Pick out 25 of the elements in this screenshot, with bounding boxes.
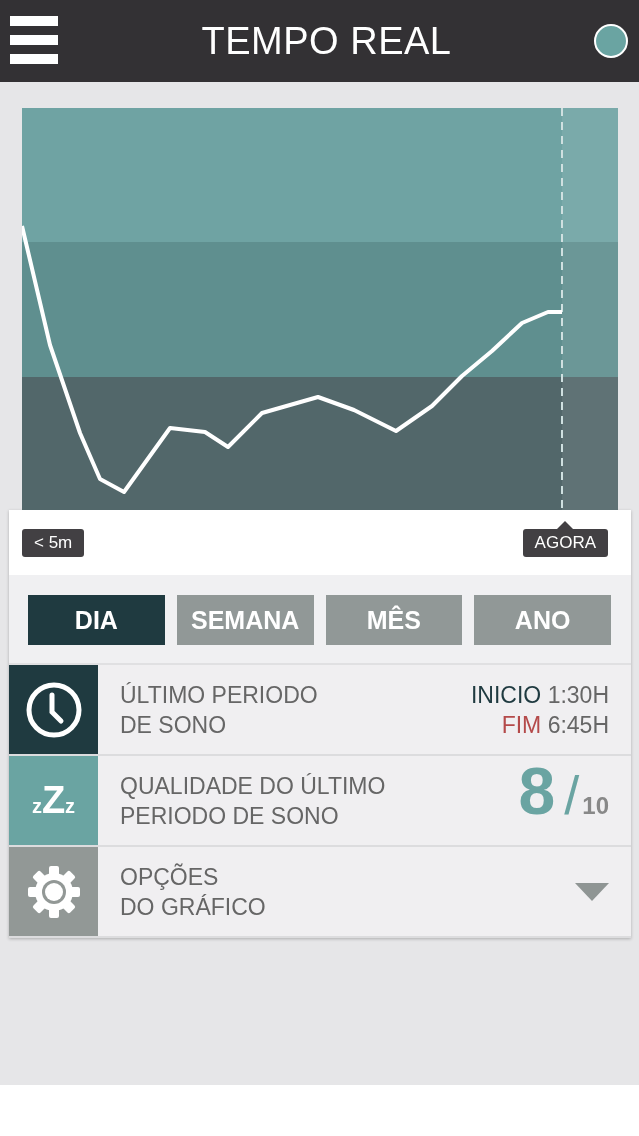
pointer-icon — [557, 520, 574, 529]
score-separator: / — [563, 764, 581, 827]
period-tab[interactable]: MÊS — [325, 595, 463, 645]
score-value: 8 — [518, 756, 556, 826]
row-label: DO GRÁFICO — [120, 892, 267, 922]
sleep-icon: zZz — [31, 779, 76, 822]
status-indicator-icon — [593, 23, 629, 59]
row-label: PERIODO DE SONO — [120, 801, 340, 831]
info-row[interactable]: OPÇÕES DO GRÁFICO — [9, 847, 631, 938]
start-label: < 5m — [22, 528, 85, 557]
clock-icon — [24, 680, 83, 739]
row-label: OPÇÕES — [120, 862, 220, 892]
row-label: ÚLTIMO PERIODO — [120, 680, 319, 710]
menu-icon[interactable] — [10, 16, 60, 66]
row-label: QUALIDADE DO ÚLTIMO — [120, 771, 387, 801]
start-time: INICIO 1:30H — [470, 680, 609, 710]
dropdown-arrow-icon[interactable] — [575, 882, 609, 901]
row-label: DE SONO — [120, 710, 228, 740]
period-tab[interactable]: SEMANA — [176, 595, 314, 645]
score-max: 10 — [582, 791, 609, 821]
settings-icon — [26, 864, 81, 919]
screen-title: TEMPO REAL — [201, 19, 452, 63]
end-time: FIM 6:45H — [501, 710, 609, 740]
period-tab[interactable]: DIA — [28, 595, 165, 645]
period-tab[interactable]: ANO — [474, 595, 611, 645]
